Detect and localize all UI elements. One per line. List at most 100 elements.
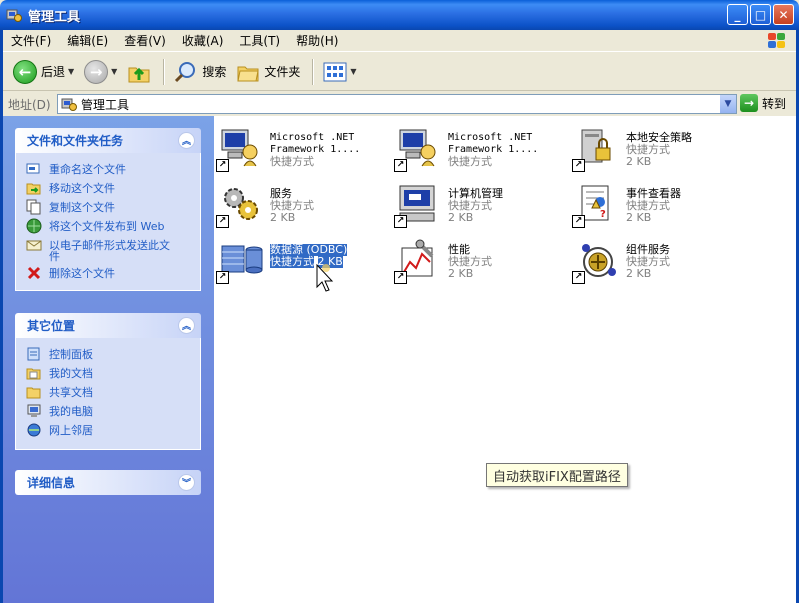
- task-delete[interactable]: 删除这个文件: [26, 265, 200, 281]
- folder-up-icon: [128, 67, 150, 82]
- file-item[interactable]: ? ↗ 事件查看器 快捷方式 2 KB: [572, 178, 742, 228]
- place-my-computer-label: 我的电脑: [49, 405, 93, 418]
- shortcut-arrow-icon: ↗: [394, 159, 407, 172]
- shortcut-arrow-icon: ↗: [572, 215, 585, 228]
- shortcut-arrow-icon: ↗: [216, 215, 229, 228]
- back-arrow-icon: ←: [13, 59, 37, 84]
- close-icon: ✕: [778, 7, 789, 22]
- control-panel-icon: [27, 347, 40, 361]
- task-move[interactable]: 移动这个文件: [26, 180, 200, 196]
- title-bar[interactable]: 管理工具 _ □ ✕: [0, 0, 799, 30]
- collapse-icon[interactable]: ︽: [178, 317, 195, 334]
- task-publish-web-label: 将这个文件发布到 Web: [49, 220, 165, 233]
- go-arrow-icon: →: [740, 94, 758, 112]
- tooltip-text: 自动获取iFIX配置路径: [493, 469, 621, 485]
- file-type: 快捷方式: [270, 255, 314, 268]
- menu-edit[interactable]: 编辑(E): [59, 32, 116, 49]
- details-panel: 详细信息 ︾: [15, 470, 201, 495]
- menu-favorites[interactable]: 收藏(A): [174, 32, 232, 49]
- mouse-cursor-icon: [316, 264, 334, 292]
- chevron-down-icon[interactable]: ▼: [111, 67, 117, 76]
- file-item-selected[interactable]: ↗ 数据源 (ODBC) 快捷方式 2 KB: [216, 234, 386, 284]
- file-item[interactable]: ↗ 本地安全策略 快捷方式 2 KB: [572, 122, 742, 172]
- toolbar-separator: [312, 58, 314, 85]
- forward-button[interactable]: → ▼: [80, 57, 121, 87]
- search-button[interactable]: 搜索: [170, 57, 230, 87]
- other-places-title: 其它位置: [27, 319, 76, 333]
- go-button[interactable]: → 转到: [740, 94, 786, 112]
- other-places-header[interactable]: 其它位置 ︽: [15, 313, 201, 338]
- file-tasks-title: 文件和文件夹任务: [27, 134, 124, 148]
- menu-tools[interactable]: 工具(T): [231, 32, 288, 49]
- views-icon: [323, 62, 347, 81]
- minimize-button[interactable]: _: [727, 4, 748, 25]
- place-network-label: 网上邻居: [49, 424, 93, 437]
- place-shared-documents[interactable]: 共享文档: [26, 384, 200, 400]
- up-button[interactable]: [123, 57, 155, 87]
- shortcut-arrow-icon: ↗: [394, 271, 407, 284]
- place-my-computer[interactable]: 我的电脑: [26, 403, 200, 419]
- file-type: 快捷方式: [448, 155, 492, 168]
- task-rename[interactable]: 重命名这个文件: [26, 161, 200, 177]
- globe-icon: [26, 218, 42, 234]
- menu-view[interactable]: 查看(V): [116, 32, 174, 49]
- file-item[interactable]: ↗ 计算机管理 快捷方式 2 KB: [394, 178, 564, 228]
- details-header[interactable]: 详细信息 ︾: [15, 470, 201, 495]
- file-item[interactable]: ↗ Microsoft .NET Framework 1.... 快捷方式: [394, 122, 564, 172]
- svg-text:?: ?: [600, 209, 606, 220]
- place-my-documents[interactable]: 我的文档: [26, 365, 200, 381]
- search-label: 搜索: [202, 65, 227, 79]
- my-computer-icon: [27, 404, 41, 417]
- chevron-down-icon[interactable]: ▼: [350, 67, 356, 76]
- admin-tools-icon: [6, 7, 22, 23]
- copy-icon: [26, 199, 41, 215]
- place-network[interactable]: 网上邻居: [26, 422, 200, 438]
- file-size: 2 KB: [626, 267, 652, 280]
- maximize-icon: □: [754, 7, 767, 22]
- task-email[interactable]: 以电子邮件形式发送此文件: [26, 237, 200, 262]
- place-control-panel-label: 控制面板: [49, 348, 93, 361]
- move-icon: [26, 183, 41, 195]
- back-button[interactable]: ← 后退 ▼: [9, 57, 78, 87]
- address-dropdown-button[interactable]: ▼: [719, 95, 736, 113]
- menu-file[interactable]: 文件(F): [3, 32, 59, 49]
- file-item[interactable]: ↗ 服务 快捷方式 2 KB: [216, 178, 386, 228]
- back-label: 后退: [41, 65, 66, 79]
- other-places-body: 控制面板 我的文档 共享文档 我的电脑 网上邻居: [15, 338, 201, 450]
- email-icon: [26, 240, 42, 251]
- file-item[interactable]: ↗ Microsoft .NET Framework 1.... 快捷方式: [216, 122, 386, 172]
- task-copy[interactable]: 复制这个文件: [26, 199, 200, 215]
- maximize-button[interactable]: □: [750, 4, 771, 25]
- task-copy-label: 复制这个文件: [49, 201, 115, 214]
- file-size: 2 KB: [626, 155, 652, 168]
- address-input[interactable]: 管理工具 ▼: [57, 94, 737, 114]
- expand-icon[interactable]: ︾: [178, 474, 195, 491]
- menu-help[interactable]: 帮助(H): [288, 32, 346, 49]
- collapse-icon[interactable]: ︽: [178, 132, 195, 149]
- file-tasks-header[interactable]: 文件和文件夹任务 ︽: [15, 128, 201, 153]
- task-publish-web[interactable]: 将这个文件发布到 Web: [26, 218, 200, 234]
- toolbar: ← 后退 ▼ → ▼ 搜索 文件夹 ▼: [3, 53, 796, 91]
- file-type: 快捷方式: [270, 155, 314, 168]
- task-email-label: 以电子邮件形式发送此文件: [49, 239, 170, 263]
- task-pane: 文件和文件夹任务 ︽ 重命名这个文件 移动这个文件 复制这个文件 将这个文件发布…: [3, 116, 214, 603]
- chevron-down-icon[interactable]: ▼: [68, 67, 74, 76]
- file-name: Microsoft .NET Framework 1....: [270, 132, 361, 155]
- file-tasks-panel: 文件和文件夹任务 ︽ 重命名这个文件 移动这个文件 复制这个文件 将这个文件发布…: [15, 128, 201, 291]
- details-title: 详细信息: [27, 476, 76, 490]
- file-item[interactable]: ↗ 组件服务 快捷方式 2 KB: [572, 234, 742, 284]
- file-name: Microsoft .NET Framework 1....: [448, 132, 539, 155]
- network-icon: [27, 423, 41, 437]
- folder-icon: [237, 66, 259, 81]
- file-item[interactable]: ↗ 性能 快捷方式 2 KB: [394, 234, 564, 284]
- file-list[interactable]: ↗ Microsoft .NET Framework 1.... 快捷方式 ↗ …: [214, 116, 796, 603]
- go-label: 转到: [762, 96, 787, 111]
- address-label: 地址(D): [8, 97, 51, 112]
- views-button[interactable]: ▼: [319, 57, 360, 87]
- place-control-panel[interactable]: 控制面板: [26, 346, 200, 362]
- folders-button[interactable]: 文件夹: [232, 57, 304, 87]
- admin-tools-icon: [61, 98, 77, 111]
- file-size: 2 KB: [448, 267, 474, 280]
- close-button[interactable]: ✕: [773, 4, 794, 25]
- file-tasks-body: 重命名这个文件 移动这个文件 复制这个文件 将这个文件发布到 Web 以电子邮件…: [15, 153, 201, 291]
